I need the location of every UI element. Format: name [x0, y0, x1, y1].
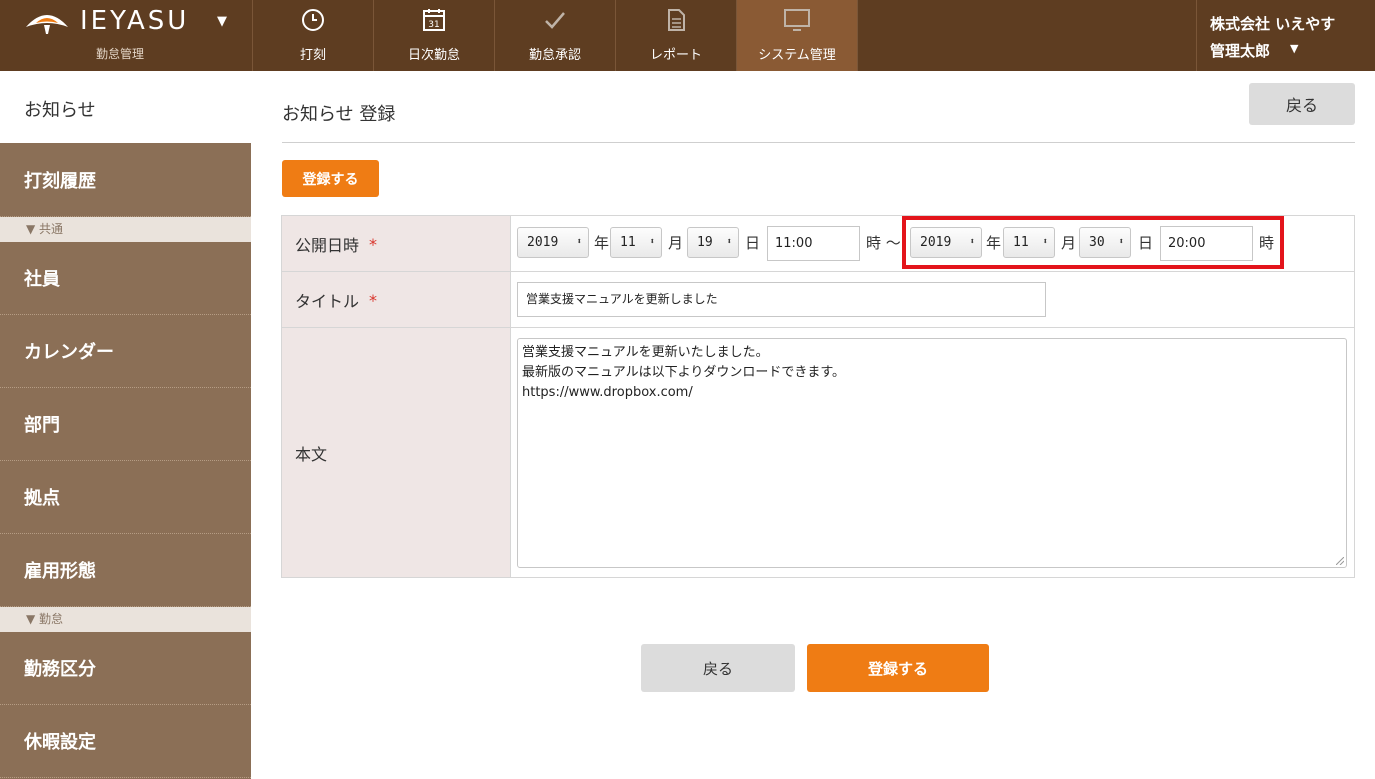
- start-day-select[interactable]: 19 ⬍: [687, 227, 739, 258]
- sidebar-item-calendar[interactable]: カレンダー: [0, 315, 251, 388]
- sidebar-item-label: お知らせ: [24, 100, 96, 121]
- nav-item-report[interactable]: レポート: [616, 0, 737, 71]
- back-button[interactable]: 戻る: [641, 644, 795, 692]
- nav-label: システム管理: [758, 48, 836, 63]
- sidebar-item-stamp-history[interactable]: 打刻履歴: [0, 144, 251, 217]
- start-year-select[interactable]: 2019 ⬍: [517, 227, 589, 258]
- brand-dropdown-icon[interactable]: ▼: [217, 14, 227, 29]
- top-navigation-bar: IEYASU ▼ 勤怠管理 打刻 31 日次勤怠 勤怠承認 レポート システム管…: [0, 0, 1375, 71]
- clock-icon: [302, 9, 324, 31]
- nav-label: 勤怠承認: [528, 48, 581, 63]
- nav-item-approval[interactable]: 勤怠承認: [495, 0, 616, 71]
- nav-label: レポート: [649, 48, 702, 63]
- nav-item-daily-attendance[interactable]: 31 日次勤怠: [374, 0, 495, 71]
- document-icon: [668, 9, 685, 31]
- nav-label: 打刻: [299, 48, 326, 63]
- nav-item-stamp[interactable]: 打刻: [253, 0, 374, 71]
- sidebar-item-work-categories[interactable]: 勤務区分: [0, 632, 251, 705]
- select-arrows-icon: ⬍: [576, 237, 582, 247]
- body-line: 最新版のマニュアルは以下よりダウンロードできます。: [522, 365, 846, 380]
- sidebar-item-employees[interactable]: 社員: [0, 242, 251, 315]
- title-input[interactable]: 営業支援マニュアルを更新しました: [517, 282, 1046, 317]
- main-nav: 打刻 31 日次勤怠 勤怠承認 レポート システム管理: [253, 0, 858, 71]
- svg-text:31: 31: [428, 20, 439, 30]
- publish-datetime-label: 公開日時 *: [282, 216, 511, 272]
- day-unit: 日: [745, 234, 761, 252]
- year-unit: 年: [594, 234, 610, 252]
- nav-item-system-admin[interactable]: システム管理: [737, 0, 858, 71]
- register-button[interactable]: 登録する: [807, 644, 989, 692]
- start-time-input[interactable]: 11:00: [767, 226, 860, 261]
- brand-name: IEYASU: [80, 6, 190, 36]
- body-line: 営業支援マニュアルを更新いたしました。: [522, 345, 769, 360]
- page-title: お知らせ 登録: [282, 104, 396, 125]
- user-menu[interactable]: 株式会社 いえやす 管理太郎 ▼: [1196, 0, 1375, 71]
- nav-label: 日次勤怠: [407, 48, 460, 63]
- company-name: 株式会社 いえやす: [1210, 15, 1336, 33]
- user-dropdown-icon[interactable]: ▼: [1290, 42, 1298, 55]
- select-arrows-icon: ⬍: [649, 237, 655, 247]
- back-button-top[interactable]: 戻る: [1249, 83, 1355, 125]
- register-button-top[interactable]: 登録する: [282, 160, 379, 197]
- hour-range-unit: 時 〜: [866, 234, 901, 252]
- body-textarea[interactable]: 営業支援マニュアルを更新いたしました。 最新版のマニュアルは以下よりダウンロード…: [517, 338, 1347, 568]
- sidebar: お知らせ 打刻履歴 ▼ 共通 社員 カレンダー 部門 拠点 雇用形態 ▼ 勤怠 …: [0, 71, 251, 779]
- title-label: タイトル *: [282, 272, 511, 328]
- brand-subtitle: 勤怠管理: [96, 47, 145, 61]
- required-mark: *: [369, 290, 378, 310]
- check-icon: [545, 12, 565, 29]
- required-mark: *: [369, 234, 378, 254]
- sidebar-item-news[interactable]: お知らせ: [0, 71, 251, 143]
- sidebar-item-employment-types[interactable]: 雇用形態: [0, 534, 251, 607]
- sidebar-item-locations[interactable]: 拠点: [0, 461, 251, 534]
- select-arrows-icon: ⬍: [726, 237, 732, 247]
- body-line: https://www.dropbox.com/: [522, 385, 693, 400]
- fan-logo-icon: [26, 15, 68, 34]
- user-name[interactable]: 管理太郎: [1210, 40, 1270, 61]
- start-month-select[interactable]: 11 ⬍: [610, 227, 662, 258]
- sidebar-section-attendance: ▼ 勤怠: [0, 607, 251, 632]
- month-unit: 月: [668, 234, 684, 252]
- sidebar-section-common: ▼ 共通: [0, 217, 251, 242]
- monitor-icon: [784, 9, 810, 31]
- sidebar-item-departments[interactable]: 部門: [0, 388, 251, 461]
- sidebar-item-leave-settings[interactable]: 休暇設定: [0, 705, 251, 778]
- highlight-annotation-box: [902, 216, 1284, 269]
- app-logo[interactable]: IEYASU ▼ 勤怠管理: [0, 0, 253, 71]
- calendar-icon: 31: [423, 9, 445, 31]
- resize-handle-icon[interactable]: [1336, 557, 1344, 565]
- body-label: 本文: [282, 328, 511, 577]
- title-divider: [282, 142, 1355, 143]
